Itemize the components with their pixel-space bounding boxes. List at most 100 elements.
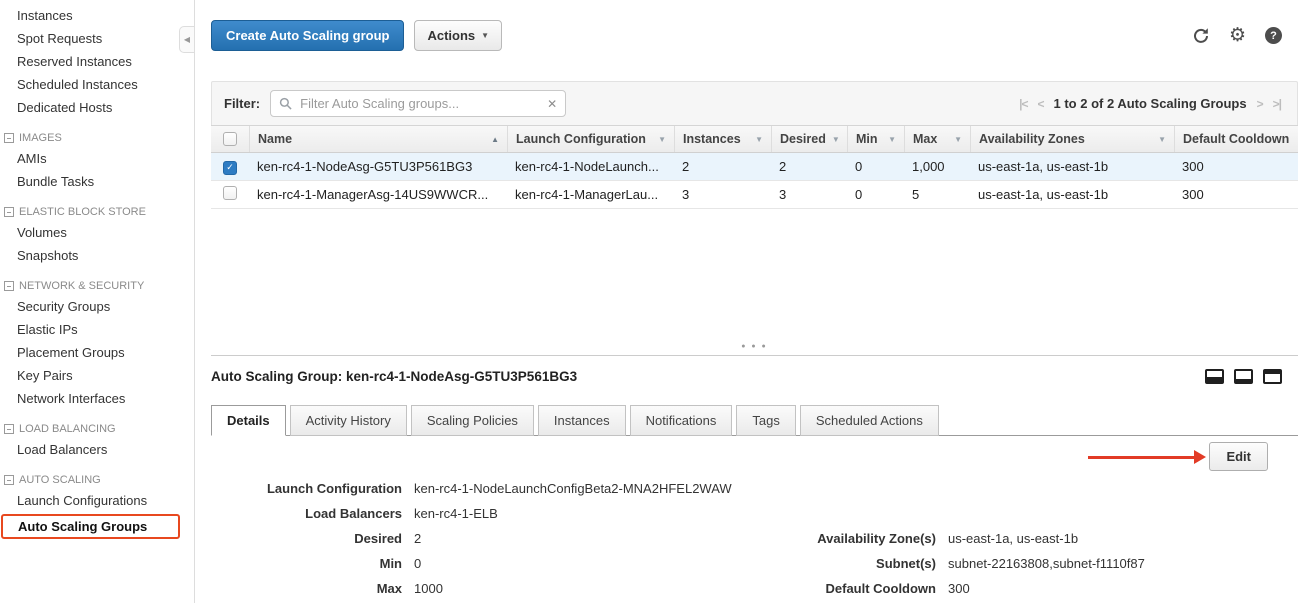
edit-row: Edit [211, 436, 1298, 476]
annotation-arrow-line [1088, 456, 1194, 459]
section-title: ELASTIC BLOCK STORE [19, 206, 146, 218]
select-all-checkbox[interactable] [223, 132, 237, 146]
sidebar-item-auto-scaling-groups[interactable]: Auto Scaling Groups [0, 512, 194, 541]
sort-asc-icon: ▲ [491, 135, 499, 144]
column-header-launch-configuration[interactable]: Launch Configuration ▼ [507, 126, 674, 152]
ec2-console: Instances Spot Requests Reserved Instanc… [0, 0, 1298, 603]
search-icon [279, 97, 292, 110]
sidebar-item-bundle-tasks[interactable]: Bundle Tasks [0, 170, 194, 193]
sidebar-item-amis[interactable]: AMIs [0, 147, 194, 170]
create-auto-scaling-group-button[interactable]: Create Auto Scaling group [211, 20, 404, 51]
pagination-text: 1 to 2 of 2 Auto Scaling Groups [1054, 96, 1247, 111]
cell-availability-zones: us-east-1a, us-east-1b [970, 159, 1174, 174]
next-page-icon[interactable]: > [1257, 97, 1263, 111]
detail-header: Auto Scaling Group: ken-rc4-1-NodeAsg-G5… [211, 356, 1298, 384]
sidebar-item-dedicated-hosts[interactable]: Dedicated Hosts [0, 96, 194, 119]
cell-max: 5 [904, 187, 970, 202]
sidebar-section-network-security[interactable]: NETWORK & SECURITY [0, 280, 194, 292]
sidebar-item-instances[interactable]: Instances [0, 4, 194, 27]
tab-instances[interactable]: Instances [538, 405, 626, 436]
gear-icon[interactable]: ⚙ [1229, 26, 1246, 45]
column-header-instances[interactable]: Instances ▼ [674, 126, 771, 152]
filter-bar: Filter: ✕ |< < 1 to 2 of 2 Auto Scaling … [211, 81, 1298, 125]
layout-full-icon[interactable] [1263, 369, 1282, 384]
tab-details[interactable]: Details [211, 405, 286, 436]
fields-left-column: Launch Configuration ken-rc4-1-NodeLaunc… [227, 476, 751, 603]
sidebar-section-load-balancing[interactable]: LOAD BALANCING [0, 423, 194, 435]
sidebar-item-volumes[interactable]: Volumes [0, 221, 194, 244]
table-row[interactable]: ken-rc4-1-ManagerAsg-14US9WWCR... ken-rc… [211, 181, 1298, 209]
layout-split-thin-icon[interactable] [1234, 369, 1253, 384]
annotation-arrow-head [1194, 450, 1206, 464]
chevron-down-icon: ▼ [1158, 135, 1166, 144]
column-header-min[interactable]: Min ▼ [847, 126, 904, 152]
sidebar-item-network-interfaces[interactable]: Network Interfaces [0, 387, 194, 410]
asg-table: Name ▲ Launch Configuration ▼ Instances … [211, 125, 1298, 209]
first-page-icon[interactable]: |< [1019, 97, 1027, 111]
cell-max: 1,000 [904, 159, 970, 174]
column-header-name[interactable]: Name ▲ [249, 126, 507, 152]
column-header-desired[interactable]: Desired ▼ [771, 126, 847, 152]
section-title: LOAD BALANCING [19, 423, 116, 435]
section-title: IMAGES [19, 132, 62, 144]
field-min: Min 0 [227, 551, 751, 576]
sidebar-item-launch-configurations[interactable]: Launch Configurations [0, 489, 194, 512]
filter-label: Filter: [224, 96, 260, 111]
tab-notifications[interactable]: Notifications [630, 405, 733, 436]
sidebar-item-reserved-instances[interactable]: Reserved Instances [0, 50, 194, 73]
sidebar-item-scheduled-instances[interactable]: Scheduled Instances [0, 73, 194, 96]
column-header-max[interactable]: Max ▼ [904, 126, 970, 152]
collapse-minus-icon [4, 281, 14, 291]
cell-checkbox [211, 186, 249, 203]
detail-tabs: Details Activity History Scaling Policie… [211, 405, 1298, 436]
prev-page-icon[interactable]: < [1038, 97, 1044, 111]
sidebar: Instances Spot Requests Reserved Instanc… [0, 0, 195, 603]
detail-pane: Auto Scaling Group: ken-rc4-1-NodeAsg-G5… [211, 356, 1298, 603]
edit-button[interactable]: Edit [1209, 442, 1268, 471]
section-title: AUTO SCALING [19, 474, 101, 486]
sidebar-item-snapshots[interactable]: Snapshots [0, 244, 194, 267]
chevron-down-icon: ▼ [481, 31, 489, 40]
cell-launch-configuration: ken-rc4-1-ManagerLau... [507, 187, 674, 202]
detail-fields: Launch Configuration ken-rc4-1-NodeLaunc… [211, 476, 1298, 603]
cell-min: 0 [847, 187, 904, 202]
row-checkbox[interactable] [223, 186, 237, 200]
chevron-down-icon: ▼ [832, 135, 840, 144]
field-default-cooldown: Default Cooldown 300 [751, 576, 1145, 601]
layout-split-bottom-icon[interactable] [1205, 369, 1224, 384]
column-header-default-cooldown[interactable]: Default Cooldown [1174, 126, 1298, 152]
last-page-icon[interactable]: >| [1273, 97, 1281, 111]
tab-activity-history[interactable]: Activity History [290, 405, 407, 436]
table-header: Name ▲ Launch Configuration ▼ Instances … [211, 126, 1298, 153]
drag-handle-icon[interactable]: ● ● ● [741, 343, 768, 350]
sidebar-item-security-groups[interactable]: Security Groups [0, 295, 194, 318]
refresh-icon[interactable] [1192, 27, 1210, 45]
sidebar-collapse-button[interactable]: ◀ [179, 26, 194, 53]
chevron-down-icon: ▼ [954, 135, 962, 144]
tab-scheduled-actions[interactable]: Scheduled Actions [800, 405, 939, 436]
tab-tags[interactable]: Tags [736, 405, 795, 436]
clear-filter-icon[interactable]: ✕ [547, 97, 557, 111]
collapse-minus-icon [4, 475, 14, 485]
select-all-cell [211, 126, 249, 152]
column-header-availability-zones[interactable]: Availability Zones ▼ [970, 126, 1174, 152]
tab-scaling-policies[interactable]: Scaling Policies [411, 405, 534, 436]
row-checkbox[interactable]: ✓ [223, 161, 237, 175]
sidebar-section-auto-scaling[interactable]: AUTO SCALING [0, 474, 194, 486]
field-availability-zones: Availability Zone(s) us-east-1a, us-east… [751, 526, 1145, 551]
sidebar-item-load-balancers[interactable]: Load Balancers [0, 438, 194, 461]
cell-default-cooldown: 300 [1174, 159, 1298, 174]
cell-availability-zones: us-east-1a, us-east-1b [970, 187, 1174, 202]
table-row[interactable]: ✓ ken-rc4-1-NodeAsg-G5TU3P561BG3 ken-rc4… [211, 153, 1298, 181]
sidebar-section-elastic-block-store[interactable]: ELASTIC BLOCK STORE [0, 206, 194, 218]
sidebar-section-images[interactable]: IMAGES [0, 132, 194, 144]
sidebar-item-placement-groups[interactable]: Placement Groups [0, 341, 194, 364]
sidebar-item-spot-requests[interactable]: Spot Requests [0, 27, 194, 50]
sidebar-item-key-pairs[interactable]: Key Pairs [0, 364, 194, 387]
actions-button[interactable]: Actions ▼ [414, 20, 502, 51]
collapse-minus-icon [4, 133, 14, 143]
sidebar-item-elastic-ips[interactable]: Elastic IPs [0, 318, 194, 341]
filter-input[interactable] [298, 95, 541, 112]
pane-divider[interactable]: ● ● ● [211, 355, 1298, 356]
help-icon[interactable]: ? [1265, 27, 1282, 44]
